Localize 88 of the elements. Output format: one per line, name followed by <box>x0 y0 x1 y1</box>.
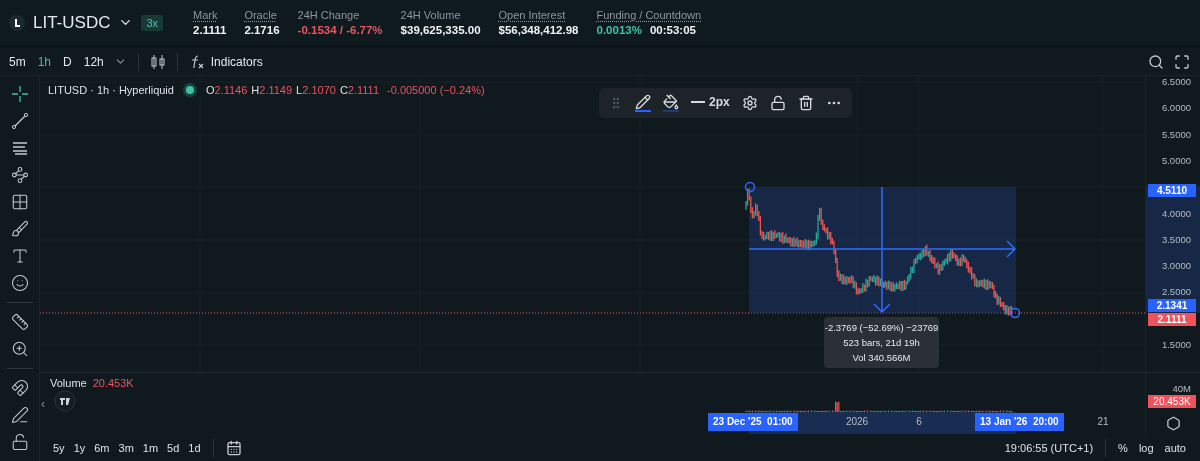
price-label: 2.5000 <box>1161 285 1191 300</box>
price-label: 6.0000 <box>1161 101 1191 116</box>
time-label: 2026 <box>845 416 869 427</box>
chart-title: LITUSD · 1h · Hyperliquid <box>48 84 174 96</box>
stat-value: 2.1716 <box>244 24 280 36</box>
stat-value: $56,348,412.98 <box>498 24 579 36</box>
pencil-icon <box>10 406 29 424</box>
volume-value: 20.453K <box>92 377 134 389</box>
leverage-badge[interactable]: 3x <box>141 14 164 31</box>
text-icon <box>10 247 29 265</box>
price-label: 3.5000 <box>1161 232 1191 247</box>
parallel-lines-icon <box>10 139 29 157</box>
time-badge: 13 Jan '26 20:00 <box>975 413 1064 431</box>
time-label: 6 <box>916 416 922 427</box>
volume-badge: 20.453K <box>1148 395 1196 408</box>
ohlc-value: L2.1070 <box>296 84 336 96</box>
stat-label: 24H Volume <box>400 9 462 21</box>
candlestick-icon[interactable] <box>149 52 166 71</box>
grid-icon <box>10 193 29 211</box>
calendar-icon[interactable] <box>225 439 242 456</box>
zoom-in-icon <box>10 340 29 358</box>
magnet-icon <box>10 379 29 397</box>
logo-icon <box>54 390 76 412</box>
volume-axis-label: 40M <box>1172 382 1191 396</box>
stat-value: -0.1534 / -6.77% <box>297 24 383 36</box>
price-badge: 2.1111 <box>1148 313 1196 326</box>
ohlc-value: C2.1111 <box>339 84 380 96</box>
scale-option[interactable]: % <box>1118 441 1128 454</box>
fill-button[interactable] <box>663 94 679 112</box>
stat-label: 24H Change <box>297 9 361 21</box>
scale-option[interactable]: log <box>1138 441 1154 454</box>
stat-value: 2.1111 <box>193 24 227 36</box>
stat-label: Oracle <box>244 9 278 21</box>
range-button[interactable]: 3m <box>118 441 134 454</box>
logo-icon <box>9 14 25 31</box>
price-label: 1.5000 <box>1161 338 1191 352</box>
interval-tab[interactable]: 5m <box>7 54 28 69</box>
price-badge: 2.1341 <box>1148 299 1196 312</box>
time-label: 21 <box>1097 416 1109 427</box>
tooltip-text: 523 bars, 21d 19h <box>843 337 920 348</box>
search-icon[interactable] <box>1148 53 1164 70</box>
pencil-button[interactable] <box>635 94 651 112</box>
ruler-icon <box>10 313 29 331</box>
trend-line-icon <box>10 112 29 130</box>
tooltip-text: Vol 340.566M <box>852 352 911 363</box>
range-button[interactable]: 1d <box>188 441 201 454</box>
tooltip-text: -2.3769 (−52.69%) −23769 <box>824 322 939 333</box>
time-badge: 23 Dec '25 01:00 <box>708 413 798 431</box>
price-change: -0.005000 (−0.24%) <box>387 84 485 96</box>
stat-value: $39,625,335.00 <box>400 24 481 36</box>
crosshair-icon <box>10 85 29 103</box>
interval-tab[interactable]: 1h <box>35 54 54 69</box>
clock-text: 19:06:55 (UTC+1) <box>1004 441 1094 454</box>
range-button[interactable]: 5d <box>167 441 180 454</box>
ohlc-value: H2.1149 <box>251 84 293 96</box>
range-button[interactable]: 1y <box>73 441 86 454</box>
interval-tab[interactable]: D <box>61 54 74 69</box>
stat-label: Mark <box>193 9 219 21</box>
lock-icon[interactable] <box>769 95 786 111</box>
ohlc-value: O2.1146 <box>205 84 248 96</box>
brush-icon <box>10 220 29 238</box>
range-button[interactable]: 5y <box>53 441 65 454</box>
price-badge: 4.5110 <box>1148 184 1196 197</box>
interval-tab[interactable]: 12h <box>81 54 106 69</box>
range-button[interactable]: 6m <box>94 441 110 454</box>
stat-label: Funding / Countdown <box>596 9 702 21</box>
trash-icon[interactable] <box>797 95 814 111</box>
lock-icon <box>10 433 29 451</box>
scale-option[interactable]: auto <box>1164 441 1186 454</box>
stat-value: 00:53:05 <box>649 24 696 36</box>
volume-title: Volume <box>50 377 87 389</box>
pattern-icon <box>10 166 29 184</box>
price-label: 3.0000 <box>1161 259 1191 274</box>
price-label: 5.5000 <box>1161 127 1191 142</box>
line-icon <box>691 100 705 104</box>
smiley-icon <box>10 274 29 292</box>
stat-value: 0.0013% <box>596 24 642 36</box>
indicators-button[interactable]: Indicators <box>188 53 263 70</box>
price-label: 6.5000 <box>1161 75 1191 89</box>
price-label: 4.0000 <box>1161 206 1191 221</box>
collapse-toggle[interactable]: ‹ <box>41 397 45 411</box>
price-label: 5.0000 <box>1161 153 1191 168</box>
stat-label: Open Interest <box>498 9 567 21</box>
line-width-button[interactable]: 2px <box>691 95 730 111</box>
status-dot <box>185 86 194 94</box>
fullscreen-icon[interactable] <box>1174 53 1190 70</box>
range-button[interactable]: 1m <box>142 441 159 454</box>
market-symbol[interactable]: LIT-USDC <box>33 12 111 33</box>
